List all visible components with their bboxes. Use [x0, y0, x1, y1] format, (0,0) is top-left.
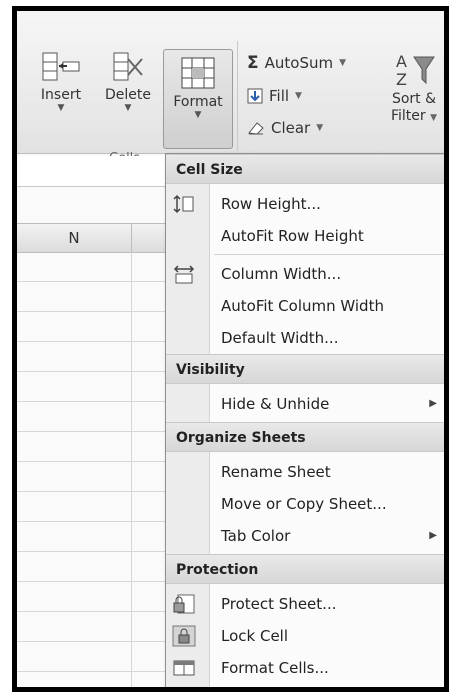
clear-label: Clear	[271, 119, 311, 137]
sort-filter-button[interactable]: A Z Sort & Filter ▼	[385, 49, 443, 125]
menu-item-label: Move or Copy Sheet...	[221, 495, 387, 513]
menu-item-label: AutoFit Row Height	[221, 227, 364, 245]
menu-item-label: Default Width...	[221, 329, 339, 347]
clear-button[interactable]: Clear ▼	[247, 119, 323, 137]
delete-button[interactable]: Delete ▼	[95, 49, 161, 113]
delete-cells-icon	[113, 52, 143, 81]
svg-text:A: A	[396, 52, 407, 71]
column-header-n[interactable]: N	[17, 224, 132, 252]
sort-filter-label-2: Filter	[390, 108, 426, 124]
fill-down-icon	[247, 88, 263, 104]
chevron-down-icon: ▼	[339, 58, 347, 68]
autosum-label: AutoSum	[264, 54, 334, 72]
chevron-down-icon: ▼	[430, 113, 438, 123]
insert-button[interactable]: Insert ▼	[31, 49, 91, 113]
menu-item-column-width[interactable]: Column Width...	[166, 258, 444, 290]
menu-item-format-cells[interactable]: Format Cells...	[166, 652, 444, 684]
group-divider	[237, 41, 238, 151]
menu-item-move-copy-sheet[interactable]: Move or Copy Sheet...	[166, 488, 444, 520]
menu-header-cell-size: Cell Size	[166, 154, 444, 184]
menu-item-lock-cell[interactable]: Lock Cell	[166, 620, 444, 652]
menu-item-label: Lock Cell	[221, 627, 289, 645]
eraser-icon	[248, 122, 264, 135]
fill-label: Fill	[269, 87, 290, 105]
menu-item-row-height[interactable]: Row Height...	[166, 188, 444, 220]
protect-sheet-icon	[173, 594, 195, 614]
sigma-icon: Σ	[247, 53, 259, 73]
menu-divider	[214, 254, 444, 255]
format-label: Format	[173, 94, 223, 110]
menu-item-label: Rename Sheet	[221, 463, 331, 481]
format-cells-grid-icon	[181, 57, 215, 89]
fill-button[interactable]: Fill ▼	[247, 87, 302, 105]
menu-header-visibility: Visibility	[166, 354, 444, 384]
menu-header-organize-sheets: Organize Sheets	[166, 422, 444, 452]
svg-text:Z: Z	[396, 70, 407, 89]
sort-filter-label-1: Sort &	[391, 91, 437, 107]
sort-filter-icon: A Z	[396, 52, 435, 89]
screenshot-frame: Insert ▼ Delete ▼ Format ▼ Σ AutoSum ▼ F…	[12, 6, 449, 692]
menu-item-autofit-row-height[interactable]: AutoFit Row Height	[166, 220, 444, 252]
chevron-down-icon: ▼	[57, 103, 65, 113]
ribbon: Insert ▼ Delete ▼ Format ▼ Σ AutoSum ▼ F…	[17, 11, 444, 166]
row-height-icon	[173, 194, 194, 214]
menu-item-hide-unhide[interactable]: Hide & Unhide ▶	[166, 388, 444, 420]
chevron-down-icon: ▼	[194, 110, 202, 120]
chevron-down-icon: ▼	[295, 91, 302, 101]
format-dropdown-menu: Cell Size Row Height... AutoFit Row Heig…	[165, 153, 444, 687]
column-width-icon	[173, 265, 195, 284]
menu-item-autofit-column-width[interactable]: AutoFit Column Width	[166, 290, 444, 322]
menu-header-protection: Protection	[166, 554, 444, 584]
menu-item-rename-sheet[interactable]: Rename Sheet	[166, 456, 444, 488]
menu-item-label: Column Width...	[221, 265, 342, 283]
menu-item-label: Hide & Unhide	[221, 395, 330, 413]
submenu-arrow-icon: ▶	[429, 530, 437, 541]
menu-item-label: Row Height...	[221, 195, 321, 213]
grid-column-line	[131, 252, 132, 687]
insert-cells-icon	[42, 52, 80, 81]
menu-item-label: Format Cells...	[221, 659, 329, 677]
menu-item-label: Tab Color	[221, 527, 291, 545]
menu-item-tab-color[interactable]: Tab Color ▶	[166, 520, 444, 552]
menu-item-default-width[interactable]: Default Width...	[166, 322, 444, 354]
menu-item-protect-sheet[interactable]: Protect Sheet...	[166, 588, 444, 620]
menu-item-label: Protect Sheet...	[221, 595, 337, 613]
autosum-button[interactable]: Σ AutoSum ▼	[247, 53, 346, 73]
submenu-arrow-icon: ▶	[429, 398, 437, 409]
delete-label: Delete	[105, 87, 151, 103]
format-button[interactable]: Format ▼	[163, 49, 233, 149]
menu-item-label: AutoFit Column Width	[221, 297, 384, 315]
chevron-down-icon: ▼	[316, 123, 324, 133]
insert-label: Insert	[40, 87, 82, 103]
chevron-down-icon: ▼	[124, 103, 132, 113]
format-cells-icon	[173, 660, 195, 676]
lock-cell-icon	[172, 625, 196, 647]
